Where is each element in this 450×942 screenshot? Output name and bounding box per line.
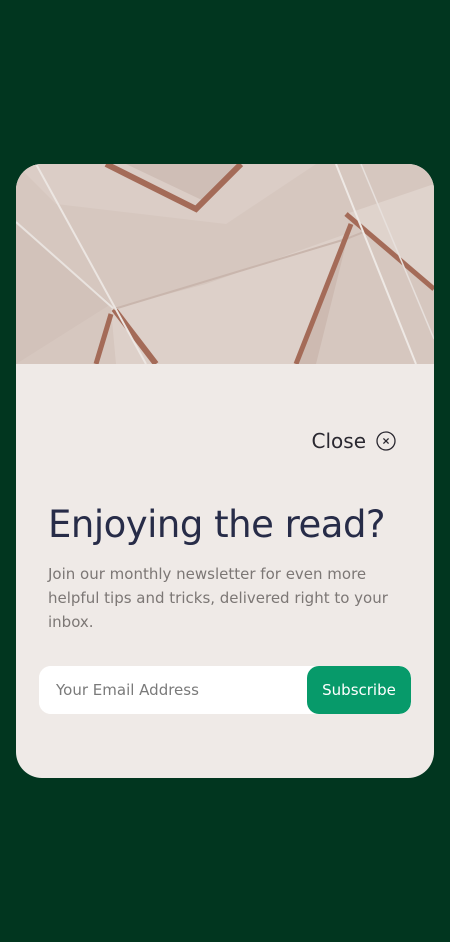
envelopes-photo (16, 164, 434, 364)
hero-image (16, 164, 434, 364)
close-circle-icon (376, 431, 396, 451)
newsletter-signup-form: Subscribe (39, 666, 411, 714)
email-input[interactable] (39, 666, 307, 714)
modal-description: Join our monthly newsletter for even mor… (48, 565, 388, 631)
close-label: Close (311, 429, 366, 453)
newsletter-modal: Close Enjoying the read? Join our monthl… (16, 164, 434, 778)
close-button[interactable]: Close (312, 429, 396, 453)
modal-headline: Enjoying the read? (48, 503, 386, 546)
subscribe-button[interactable]: Subscribe (307, 666, 411, 714)
